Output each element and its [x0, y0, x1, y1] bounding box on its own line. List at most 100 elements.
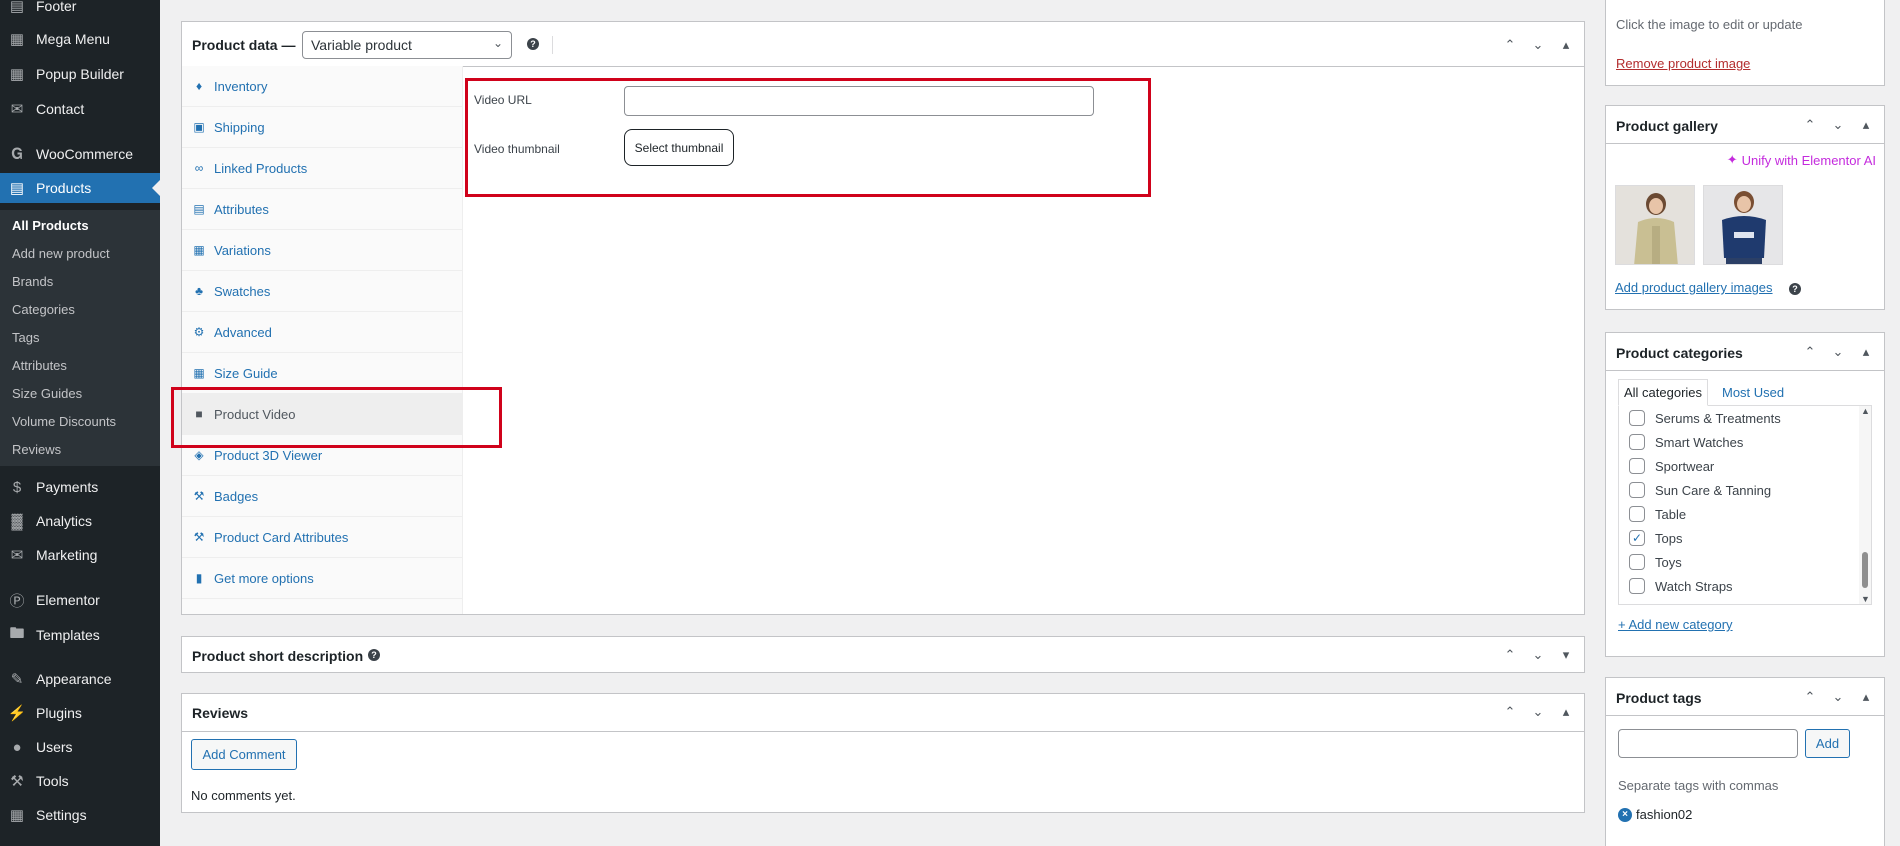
sidebar-item-settings[interactable]: ▦ Settings: [0, 800, 160, 830]
new-tag-input[interactable]: [1618, 729, 1798, 758]
category-checkbox[interactable]: ✓: [1629, 530, 1645, 546]
category-item: Sun Care & Tanning: [1629, 480, 1771, 500]
submenu-item-size-guides[interactable]: Size Guides: [12, 386, 82, 401]
sidebar-item-contact[interactable]: ✉ Contact: [0, 94, 160, 124]
sidebar-item-label: Popup Builder: [36, 66, 124, 82]
sidebar-item-woocommerce[interactable]: 𝐆 WooCommerce: [0, 139, 160, 169]
submenu-item-brands[interactable]: Brands: [12, 274, 53, 289]
tab-advanced[interactable]: ⚙ Advanced: [182, 312, 463, 353]
collapse-toggle-icon[interactable]: ▴: [1854, 113, 1878, 137]
tab-all-categories[interactable]: All categories: [1618, 379, 1709, 406]
sidebar-item-analytics[interactable]: ▓ Analytics: [0, 506, 160, 536]
tab-shipping[interactable]: ▣ Shipping: [182, 107, 463, 148]
move-down-icon[interactable]: ⌄: [1826, 340, 1850, 364]
category-checkbox[interactable]: [1629, 458, 1645, 474]
submenu-item-reviews[interactable]: Reviews: [12, 442, 61, 457]
help-icon[interactable]: ?: [1789, 283, 1801, 295]
move-down-icon[interactable]: ⌄: [1526, 643, 1550, 667]
remove-product-image-link[interactable]: Remove product image: [1616, 56, 1750, 71]
category-checkbox[interactable]: [1629, 554, 1645, 570]
move-up-icon[interactable]: ⌃: [1498, 700, 1522, 724]
help-icon[interactable]: ?: [527, 38, 539, 50]
move-down-icon[interactable]: ⌄: [1526, 33, 1550, 57]
category-item: ✓ Tops: [1629, 528, 1682, 548]
tab-label: Swatches: [214, 283, 271, 299]
sidebar-item-tools[interactable]: ⚒ Tools: [0, 766, 160, 796]
gallery-image-1[interactable]: [1615, 185, 1695, 265]
move-up-icon[interactable]: ⌃: [1798, 113, 1822, 137]
move-down-icon[interactable]: ⌄: [1526, 700, 1550, 724]
collapse-toggle-icon[interactable]: ▴: [1854, 685, 1878, 709]
unify-elementor-ai-link[interactable]: ✦ Unify with Elementor AI: [1727, 152, 1876, 168]
tab-swatches[interactable]: ♣ Swatches: [182, 271, 463, 312]
tags-hint: Separate tags with commas: [1618, 778, 1779, 793]
submenu-item-categories[interactable]: Categories: [12, 302, 75, 317]
sidebar-item-plugins[interactable]: ⚡ Plugins: [0, 698, 160, 728]
sidebar-item-footer[interactable]: ▤ Footer: [0, 0, 160, 21]
category-checkbox[interactable]: [1629, 482, 1645, 498]
scroll-up-icon[interactable]: ▲: [1861, 406, 1870, 416]
add-new-category-link[interactable]: + Add new category: [1618, 617, 1733, 632]
product-data-title: Product data —: [192, 37, 296, 53]
category-label: Watch Straps: [1655, 578, 1733, 594]
add-gallery-images-link[interactable]: Add product gallery images: [1615, 280, 1773, 295]
category-checkbox[interactable]: [1629, 410, 1645, 426]
sidebar-item-templates[interactable]: 🖿 Templates: [0, 620, 160, 650]
tab-most-used[interactable]: Most Used: [1717, 379, 1789, 406]
move-up-icon[interactable]: ⌃: [1798, 685, 1822, 709]
category-checkbox[interactable]: [1629, 506, 1645, 522]
submenu-item-volume-discounts[interactable]: Volume Discounts: [12, 414, 116, 429]
category-checkbox[interactable]: [1629, 434, 1645, 450]
product-gallery-controls: ⌃ ⌄ ▴: [1798, 113, 1878, 137]
move-up-icon[interactable]: ⌃: [1498, 33, 1522, 57]
tag-item: × fashion02: [1618, 807, 1692, 822]
sidebar-item-elementor[interactable]: Ⓟ Elementor: [0, 585, 160, 615]
sidebar-item-mega-menu[interactable]: ▦ Mega Menu: [0, 24, 160, 54]
tab-get-more-options[interactable]: ▮ Get more options: [182, 558, 463, 599]
remove-tag-icon[interactable]: ×: [1618, 807, 1632, 822]
product-data-controls: ⌃ ⌄ ▴: [1498, 33, 1578, 57]
category-checkbox[interactable]: [1629, 578, 1645, 594]
sidebar-item-label: Marketing: [36, 547, 98, 563]
scroll-down-icon[interactable]: ▼: [1861, 594, 1870, 604]
category-label: Smart Watches: [1655, 434, 1744, 450]
collapse-toggle-icon[interactable]: ▴: [1554, 700, 1578, 724]
move-up-icon[interactable]: ⌃: [1798, 340, 1822, 364]
expand-toggle-icon[interactable]: ▾: [1554, 643, 1578, 667]
collapse-toggle-icon[interactable]: ▴: [1554, 33, 1578, 57]
submenu-item-add-new-product[interactable]: Add new product: [12, 246, 110, 261]
tab-product-card-attributes[interactable]: ⚒ Product Card Attributes: [182, 517, 463, 558]
gallery-image-2[interactable]: [1703, 185, 1783, 265]
sidebar-item-users[interactable]: ● Users: [0, 732, 160, 762]
move-up-icon[interactable]: ⌃: [1498, 643, 1522, 667]
sidebar-item-label: Elementor: [36, 592, 100, 608]
move-down-icon[interactable]: ⌄: [1826, 685, 1850, 709]
sidebar-item-marketing[interactable]: ✉ Marketing: [0, 540, 160, 570]
tab-linked-products[interactable]: ∞ Linked Products: [182, 148, 463, 189]
tab-label: Linked Products: [214, 160, 308, 176]
tab-variations[interactable]: ▦ Variations: [182, 230, 463, 271]
scrollbar[interactable]: ▲ ▼: [1859, 406, 1871, 604]
sidebar-item-products[interactable]: ▤ Products: [0, 173, 160, 203]
truck-icon: ▣: [193, 120, 205, 134]
sidebar-item-appearance[interactable]: ✎ Appearance: [0, 664, 160, 694]
product-type-select[interactable]: Variable product ⌄: [302, 31, 512, 59]
add-tag-button[interactable]: Add: [1805, 729, 1850, 758]
submenu-item-all-products[interactable]: All Products: [12, 218, 89, 233]
submenu-item-attributes[interactable]: Attributes: [12, 358, 67, 373]
sidebar-item-payments[interactable]: $ Payments: [0, 472, 160, 502]
collapse-toggle-icon[interactable]: ▴: [1854, 340, 1878, 364]
category-item: Serums & Treatments: [1629, 408, 1781, 428]
tab-badges[interactable]: ⚒ Badges: [182, 476, 463, 517]
tab-inventory[interactable]: ♦ Inventory: [182, 66, 463, 107]
add-comment-button[interactable]: Add Comment: [191, 739, 297, 770]
sidebar-item-label: Footer: [36, 0, 77, 14]
sidebar-item-popup-builder[interactable]: ▦ Popup Builder: [0, 59, 160, 89]
scroll-thumb[interactable]: [1862, 552, 1868, 588]
move-down-icon[interactable]: ⌄: [1826, 113, 1850, 137]
tab-label: Inventory: [214, 78, 268, 94]
help-icon[interactable]: ?: [368, 649, 380, 661]
submenu-item-tags[interactable]: Tags: [12, 330, 39, 345]
settings-icon: ▦: [9, 807, 25, 824]
tab-attributes[interactable]: ▤ Attributes: [182, 189, 463, 230]
